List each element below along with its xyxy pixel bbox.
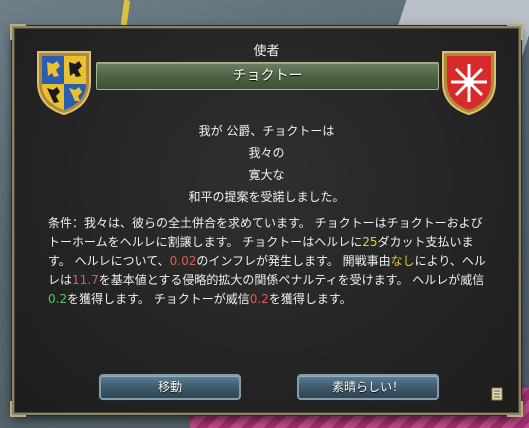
message-line: 寛大な — [248, 168, 285, 182]
casus-belli-value: なし — [390, 254, 415, 268]
country-banner: チョクトー — [96, 62, 439, 90]
prestige-loss-value: 0.2 — [249, 292, 269, 306]
frame-corner — [10, 401, 26, 417]
move-button[interactable]: 移動 — [99, 374, 241, 400]
peace-terms: 条件：我々は、彼らの全土併合を求めています。 チョクトーはチョクトーおよびトーホ… — [48, 214, 488, 309]
prestige-gain-value: 0.2 — [48, 292, 68, 306]
peace-accepted-dialog: 使者 チョクトー 我が 公爵、チョクトーは 我々の 寛大な 和平の提案を受諾しま… — [10, 24, 523, 417]
terms-text: を獲得します。 チョクトーが威信 — [67, 292, 250, 306]
message-body: 我が 公爵、チョクトーは 我々の 寛大な 和平の提案を受諾しました。 — [14, 120, 519, 208]
country-name: チョクトー — [232, 68, 303, 84]
aggressive-expansion-value: 11.7 — [72, 273, 99, 287]
choctaw-shield-icon[interactable] — [439, 46, 499, 116]
ducats-value: 25 — [362, 235, 378, 249]
message-line: 和平の提案を受諾しました。 — [188, 190, 345, 204]
terms-text: を基本値とする侵略的拡大の関係ペナルティを受けます。 ヘルレが威信 — [98, 273, 485, 287]
confirm-button[interactable]: 素晴らしい！ — [297, 374, 439, 400]
terms-text: のインフレが発生します。 開戦事由 — [196, 254, 391, 268]
inflation-value: 0.02 — [169, 254, 197, 268]
guelders-shield-icon[interactable] — [34, 46, 94, 116]
scroll-icon[interactable] — [490, 386, 504, 402]
message-line: 我々の — [248, 146, 285, 160]
terms-text: を獲得します。 — [268, 292, 352, 306]
frame-corner — [10, 24, 26, 40]
message-line: 我が 公爵、チョクトーは — [198, 124, 335, 138]
frame-corner — [507, 401, 523, 417]
frame-corner — [507, 24, 523, 40]
